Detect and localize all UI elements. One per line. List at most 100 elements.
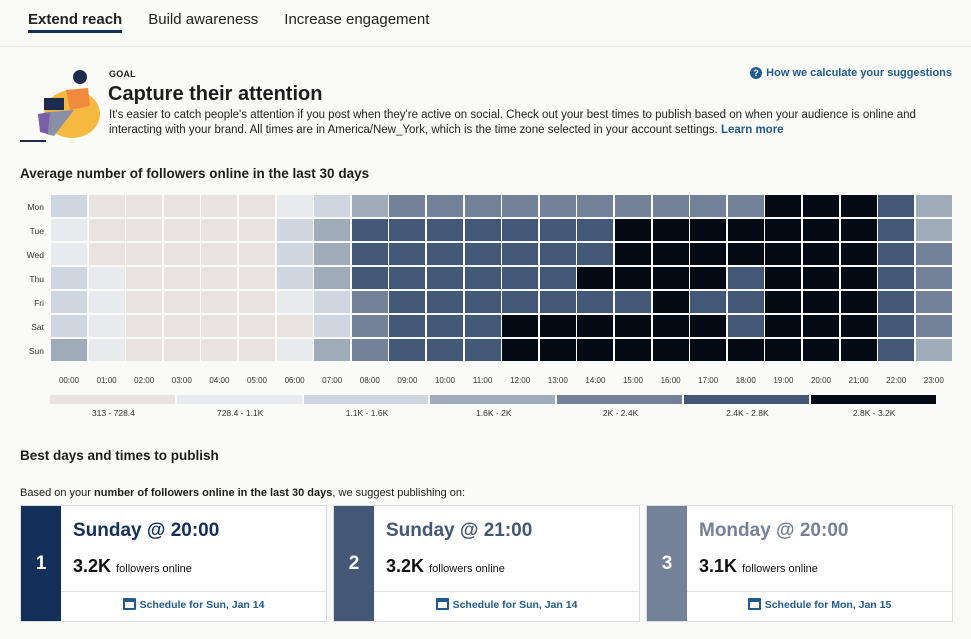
heatmap-cell[interactable]: [427, 267, 463, 289]
heatmap-cell[interactable]: [765, 195, 802, 217]
heatmap-cell[interactable]: [727, 219, 764, 241]
heatmap-cell[interactable]: [803, 195, 839, 217]
heatmap-cell[interactable]: [615, 219, 651, 241]
heatmap-cell[interactable]: [915, 267, 952, 289]
heatmap-cell[interactable]: [915, 315, 952, 337]
heatmap-cell[interactable]: [276, 195, 313, 217]
heatmap-cell[interactable]: [126, 267, 163, 289]
schedule-button[interactable]: Schedule for Sun, Jan 14: [374, 598, 639, 611]
heatmap-cell[interactable]: [239, 315, 275, 337]
heatmap-cell[interactable]: [51, 243, 87, 265]
heatmap-cell[interactable]: [276, 267, 313, 289]
heatmap-cell[interactable]: [88, 339, 125, 361]
heatmap-cell[interactable]: [652, 195, 689, 217]
heatmap-cell[interactable]: [727, 315, 764, 337]
heatmap-cell[interactable]: [803, 339, 839, 361]
heatmap-cell[interactable]: [314, 243, 351, 265]
heatmap-cell[interactable]: [765, 291, 802, 313]
heatmap-cell[interactable]: [276, 339, 313, 361]
heatmap-cell[interactable]: [803, 291, 839, 313]
heatmap-cell[interactable]: [915, 339, 952, 361]
heatmap-cell[interactable]: [427, 195, 463, 217]
heatmap-cell[interactable]: [314, 219, 351, 241]
heatmap-cell[interactable]: [51, 195, 87, 217]
heatmap-cell[interactable]: [652, 267, 689, 289]
heatmap-cell[interactable]: [765, 219, 802, 241]
heatmap-cell[interactable]: [239, 291, 275, 313]
heatmap-cell[interactable]: [427, 315, 463, 337]
heatmap-cell[interactable]: [502, 195, 539, 217]
heatmap-cell[interactable]: [502, 315, 539, 337]
heatmap-cell[interactable]: [803, 243, 839, 265]
heatmap-cell[interactable]: [126, 243, 163, 265]
heatmap-cell[interactable]: [314, 315, 351, 337]
heatmap-cell[interactable]: [615, 243, 651, 265]
heatmap-cell[interactable]: [577, 219, 614, 241]
heatmap-cell[interactable]: [51, 267, 87, 289]
heatmap-cell[interactable]: [464, 315, 501, 337]
heatmap-cell[interactable]: [615, 291, 651, 313]
heatmap-cell[interactable]: [201, 339, 238, 361]
heatmap-cell[interactable]: [878, 243, 915, 265]
heatmap-cell[interactable]: [201, 195, 238, 217]
heatmap-cell[interactable]: [276, 315, 313, 337]
heatmap-cell[interactable]: [51, 219, 87, 241]
heatmap-cell[interactable]: [915, 219, 952, 241]
heatmap-cell[interactable]: [351, 195, 388, 217]
heatmap-cell[interactable]: [389, 339, 426, 361]
heatmap-cell[interactable]: [878, 195, 915, 217]
heatmap-cell[interactable]: [539, 219, 576, 241]
heatmap-cell[interactable]: [615, 267, 651, 289]
heatmap-cell[interactable]: [389, 267, 426, 289]
heatmap-cell[interactable]: [351, 339, 388, 361]
heatmap-cell[interactable]: [690, 339, 727, 361]
heatmap-cell[interactable]: [239, 195, 275, 217]
heatmap-cell[interactable]: [314, 291, 351, 313]
heatmap-cell[interactable]: [389, 291, 426, 313]
heatmap-cell[interactable]: [577, 243, 614, 265]
heatmap-cell[interactable]: [690, 243, 727, 265]
heatmap-cell[interactable]: [88, 315, 125, 337]
heatmap-cell[interactable]: [51, 291, 87, 313]
heatmap-cell[interactable]: [389, 195, 426, 217]
heatmap-cell[interactable]: [765, 243, 802, 265]
heatmap-cell[interactable]: [163, 315, 200, 337]
heatmap-cell[interactable]: [803, 219, 839, 241]
heatmap-cell[interactable]: [464, 291, 501, 313]
heatmap-cell[interactable]: [276, 219, 313, 241]
heatmap-cell[interactable]: [878, 291, 915, 313]
heatmap-cell[interactable]: [163, 243, 200, 265]
heatmap-cell[interactable]: [126, 291, 163, 313]
heatmap-cell[interactable]: [539, 243, 576, 265]
heatmap-cell[interactable]: [239, 243, 275, 265]
heatmap-cell[interactable]: [464, 339, 501, 361]
heatmap-cell[interactable]: [803, 315, 839, 337]
heatmap-cell[interactable]: [51, 339, 87, 361]
heatmap-cell[interactable]: [163, 339, 200, 361]
heatmap-cell[interactable]: [915, 243, 952, 265]
heatmap-cell[interactable]: [915, 195, 952, 217]
heatmap-cell[interactable]: [88, 267, 125, 289]
heatmap-cell[interactable]: [314, 267, 351, 289]
heatmap-cell[interactable]: [690, 219, 727, 241]
heatmap-cell[interactable]: [727, 243, 764, 265]
heatmap-cell[interactable]: [389, 243, 426, 265]
heatmap-cell[interactable]: [351, 219, 388, 241]
heatmap-cell[interactable]: [765, 315, 802, 337]
heatmap-cell[interactable]: [727, 339, 764, 361]
heatmap-cell[interactable]: [126, 219, 163, 241]
heatmap-cell[interactable]: [840, 315, 877, 337]
heatmap-cell[interactable]: [351, 315, 388, 337]
heatmap-cell[interactable]: [163, 195, 200, 217]
heatmap-cell[interactable]: [690, 267, 727, 289]
heatmap-cell[interactable]: [690, 291, 727, 313]
heatmap-cell[interactable]: [652, 339, 689, 361]
heatmap-cell[interactable]: [878, 219, 915, 241]
heatmap-cell[interactable]: [577, 267, 614, 289]
heatmap-cell[interactable]: [577, 195, 614, 217]
heatmap-cell[interactable]: [727, 195, 764, 217]
heatmap-cell[interactable]: [314, 195, 351, 217]
heatmap-cell[interactable]: [464, 195, 501, 217]
heatmap-cell[interactable]: [840, 291, 877, 313]
heatmap-cell[interactable]: [502, 267, 539, 289]
